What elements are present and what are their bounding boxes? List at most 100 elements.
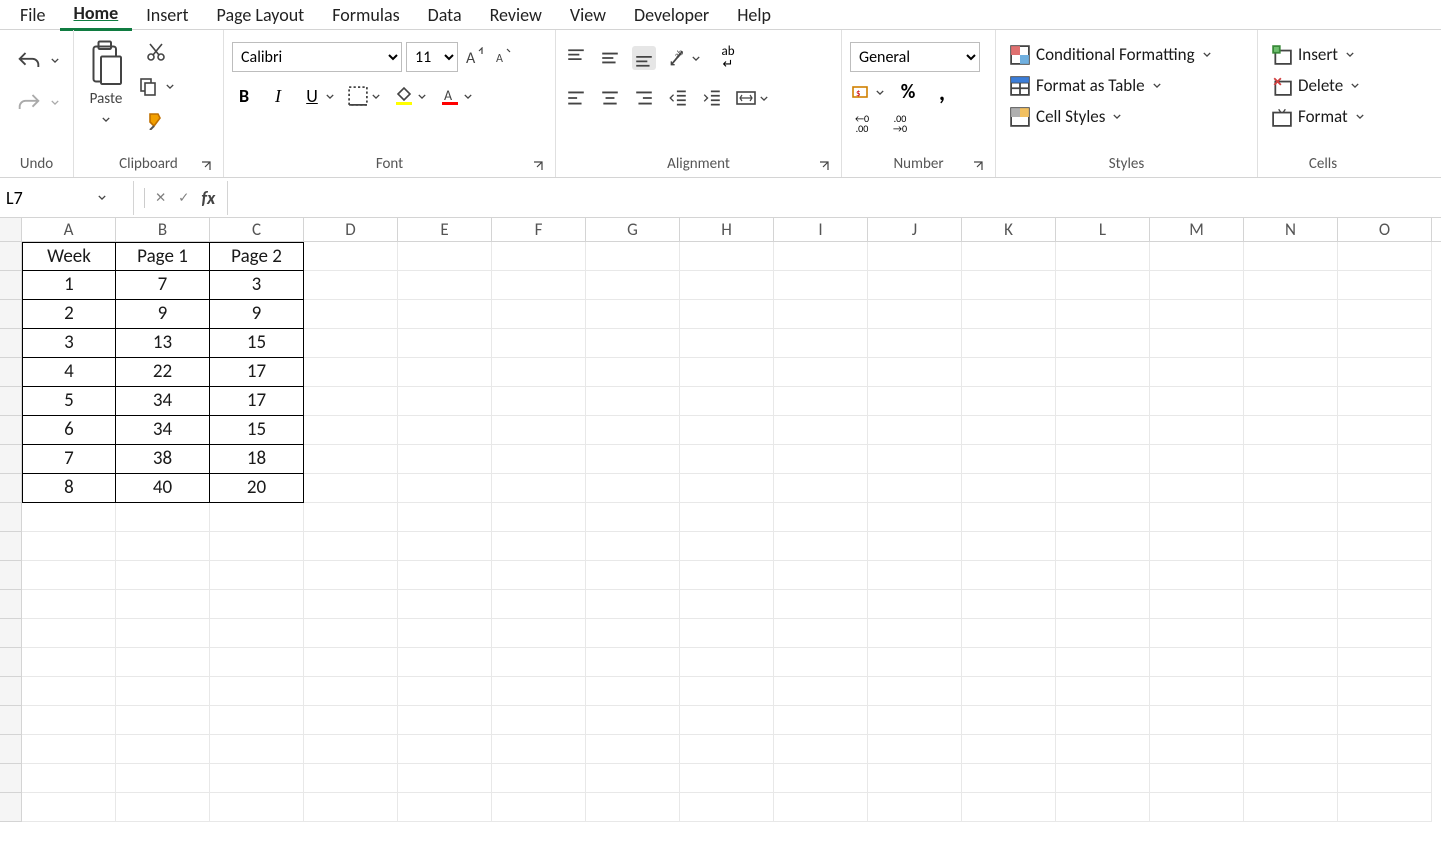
cell[interactable]: [774, 445, 868, 474]
name-box-dropdown[interactable]: [96, 189, 108, 207]
cell[interactable]: [868, 561, 962, 590]
cell[interactable]: [398, 590, 492, 619]
cell[interactable]: [398, 619, 492, 648]
cell[interactable]: [586, 445, 680, 474]
cell[interactable]: [1244, 358, 1338, 387]
cell[interactable]: [210, 619, 304, 648]
increase-font-button[interactable]: A: [462, 45, 486, 69]
cell[interactable]: 3: [22, 329, 116, 358]
format-cells-button[interactable]: Format: [1266, 102, 1372, 131]
column-header[interactable]: L: [1056, 218, 1150, 241]
cell[interactable]: 34: [116, 387, 210, 416]
cell[interactable]: 20: [210, 474, 304, 503]
cell[interactable]: [398, 677, 492, 706]
cell[interactable]: [1056, 793, 1150, 822]
cell[interactable]: [680, 561, 774, 590]
cell[interactable]: [586, 358, 680, 387]
cell[interactable]: [680, 503, 774, 532]
cell[interactable]: [586, 532, 680, 561]
cell[interactable]: [962, 532, 1056, 561]
cell[interactable]: [868, 764, 962, 793]
cell[interactable]: [210, 706, 304, 735]
cell[interactable]: [1056, 677, 1150, 706]
cell[interactable]: [22, 793, 116, 822]
comma-button[interactable]: ,: [930, 80, 954, 104]
cell[interactable]: [1338, 677, 1432, 706]
cell[interactable]: 8: [22, 474, 116, 503]
column-header[interactable]: F: [492, 218, 586, 241]
formula-input[interactable]: [228, 181, 1441, 215]
cell[interactable]: [116, 503, 210, 532]
cell[interactable]: [210, 503, 304, 532]
spreadsheet-grid[interactable]: ABCDEFGHIJKLMNO WeekPage 1Page 217329931…: [0, 218, 1441, 861]
cell[interactable]: [774, 590, 868, 619]
cell[interactable]: [304, 387, 398, 416]
cell[interactable]: [680, 300, 774, 329]
conditional-formatting-button[interactable]: Conditional Formatting: [1004, 40, 1219, 69]
tab-page-layout[interactable]: Page Layout: [203, 0, 319, 30]
tab-home[interactable]: Home: [60, 0, 133, 31]
cell[interactable]: [962, 764, 1056, 793]
cell[interactable]: [116, 706, 210, 735]
cell[interactable]: [962, 445, 1056, 474]
cell[interactable]: [774, 416, 868, 445]
cell[interactable]: [304, 793, 398, 822]
cell[interactable]: [116, 590, 210, 619]
cell[interactable]: [586, 590, 680, 619]
row-header[interactable]: [0, 648, 21, 677]
cell[interactable]: 4: [22, 358, 116, 387]
cell[interactable]: [1338, 561, 1432, 590]
cell[interactable]: [1244, 648, 1338, 677]
cell[interactable]: [116, 735, 210, 764]
cell[interactable]: [1056, 242, 1150, 271]
decrease-decimal-button[interactable]: .00→0: [888, 112, 912, 136]
cell[interactable]: [1150, 735, 1244, 764]
tab-developer[interactable]: Developer: [620, 0, 723, 30]
row-header[interactable]: [0, 271, 21, 300]
align-middle-button[interactable]: [598, 46, 622, 70]
cell[interactable]: [774, 561, 868, 590]
delete-cells-button[interactable]: Delete: [1266, 71, 1367, 100]
cell[interactable]: [22, 619, 116, 648]
decrease-indent-button[interactable]: [666, 86, 690, 110]
cell[interactable]: [1150, 271, 1244, 300]
cell[interactable]: [586, 706, 680, 735]
cell[interactable]: [868, 387, 962, 416]
cell[interactable]: [1150, 358, 1244, 387]
align-right-button[interactable]: [632, 86, 656, 110]
cell[interactable]: Page 1: [116, 242, 210, 271]
cell[interactable]: [868, 358, 962, 387]
cell[interactable]: [680, 619, 774, 648]
cell[interactable]: [304, 358, 398, 387]
cell[interactable]: [1150, 387, 1244, 416]
cell[interactable]: [398, 474, 492, 503]
cell[interactable]: [1150, 503, 1244, 532]
cell[interactable]: [1056, 706, 1150, 735]
cell[interactable]: 34: [116, 416, 210, 445]
cell[interactable]: [492, 271, 586, 300]
cell[interactable]: [210, 677, 304, 706]
cell[interactable]: [1338, 445, 1432, 474]
cell[interactable]: [116, 793, 210, 822]
cell[interactable]: [1056, 387, 1150, 416]
row-header[interactable]: [0, 474, 21, 503]
redo-dropdown[interactable]: [49, 93, 61, 111]
cell[interactable]: [22, 532, 116, 561]
cell[interactable]: [868, 503, 962, 532]
cell[interactable]: [1150, 590, 1244, 619]
cell[interactable]: [962, 706, 1056, 735]
cell[interactable]: [1150, 329, 1244, 358]
cell[interactable]: [774, 706, 868, 735]
cell[interactable]: [398, 358, 492, 387]
cell[interactable]: [962, 300, 1056, 329]
cut-button[interactable]: [144, 40, 168, 64]
cell[interactable]: [774, 619, 868, 648]
cell[interactable]: [680, 677, 774, 706]
format-painter-button[interactable]: [144, 108, 168, 132]
cancel-formula-button[interactable]: ✕: [153, 187, 168, 208]
enter-formula-button[interactable]: ✓: [176, 187, 191, 208]
cell[interactable]: [680, 242, 774, 271]
row-header[interactable]: [0, 387, 21, 416]
cell[interactable]: [774, 387, 868, 416]
cell[interactable]: [962, 358, 1056, 387]
